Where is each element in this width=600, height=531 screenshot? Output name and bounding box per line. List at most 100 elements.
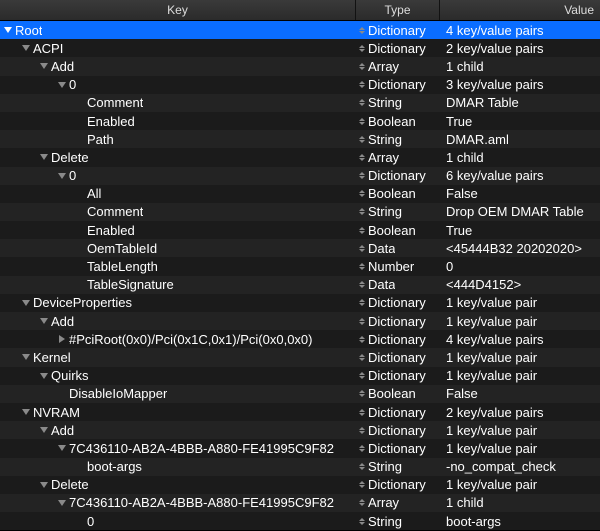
value-cell: 6 key/value pairs	[440, 168, 600, 183]
type-stepper-icon[interactable]	[358, 280, 366, 290]
table-row[interactable]: DisableIoMapperBooleanFalse	[0, 385, 600, 403]
type-stepper-icon[interactable]	[358, 316, 366, 326]
value-cell: 4 key/value pairs	[440, 332, 600, 347]
table-row[interactable]: TableLengthNumber0	[0, 257, 600, 275]
table-row[interactable]: 7C436110-AB2A-4BBB-A880-FE41995C9F82Arra…	[0, 494, 600, 512]
chevron-down-icon[interactable]	[40, 62, 48, 70]
chevron-down-icon[interactable]	[58, 499, 66, 507]
header-value[interactable]: Value	[440, 0, 600, 20]
header-type[interactable]: Type	[356, 0, 440, 20]
key-cell: 7C436110-AB2A-4BBB-A880-FE41995C9F82	[0, 495, 356, 510]
chevron-right-icon[interactable]	[58, 335, 66, 343]
type-stepper-icon[interactable]	[358, 43, 366, 53]
table-row[interactable]: AddDictionary1 key/value pair	[0, 421, 600, 439]
value-label: 1 key/value pair	[446, 441, 537, 456]
chevron-down-icon[interactable]	[58, 172, 66, 180]
chevron-down-icon[interactable]	[40, 481, 48, 489]
chevron-down-icon[interactable]	[22, 408, 30, 416]
table-row[interactable]: boot-argsString-no_compat_check	[0, 458, 600, 476]
chevron-down-icon[interactable]	[22, 299, 30, 307]
type-cell: Dictionary	[356, 41, 440, 56]
table-row[interactable]: ACPIDictionary2 key/value pairs	[0, 39, 600, 57]
disclosure-empty-icon	[76, 190, 84, 198]
chevron-down-icon[interactable]	[22, 353, 30, 361]
table-row[interactable]: DeleteArray1 child	[0, 148, 600, 166]
type-stepper-icon[interactable]	[358, 425, 366, 435]
table-row[interactable]: KernelDictionary1 key/value pair	[0, 348, 600, 366]
chevron-down-icon[interactable]	[40, 153, 48, 161]
value-cell: 1 key/value pair	[440, 441, 600, 456]
type-stepper-icon[interactable]	[358, 98, 366, 108]
key-cell: DisableIoMapper	[0, 386, 356, 401]
value-label: 1 key/value pair	[446, 423, 537, 438]
chevron-down-icon[interactable]	[22, 44, 30, 52]
chevron-down-icon[interactable]	[4, 26, 12, 34]
table-row[interactable]: AllBooleanFalse	[0, 185, 600, 203]
type-stepper-icon[interactable]	[358, 134, 366, 144]
table-row[interactable]: CommentStringDMAR Table	[0, 94, 600, 112]
value-label: 1 key/value pair	[446, 368, 537, 383]
table-row[interactable]: #PciRoot(0x0)/Pci(0x1C,0x1)/Pci(0x0,0x0)…	[0, 330, 600, 348]
table-row[interactable]: DeleteDictionary1 key/value pair	[0, 476, 600, 494]
type-stepper-icon[interactable]	[358, 171, 366, 181]
table-row[interactable]: RootDictionary4 key/value pairs	[0, 21, 600, 39]
table-row[interactable]: 0Dictionary3 key/value pairs	[0, 76, 600, 94]
chevron-down-icon[interactable]	[58, 81, 66, 89]
type-stepper-icon[interactable]	[358, 443, 366, 453]
chevron-down-icon[interactable]	[40, 372, 48, 380]
type-stepper-icon[interactable]	[358, 80, 366, 90]
type-stepper-icon[interactable]	[358, 480, 366, 490]
type-stepper-icon[interactable]	[358, 462, 366, 472]
table-row[interactable]: QuirksDictionary1 key/value pair	[0, 367, 600, 385]
type-label: Data	[368, 277, 395, 292]
value-cell: 1 key/value pair	[440, 295, 600, 310]
type-stepper-icon[interactable]	[358, 207, 366, 217]
table-row[interactable]: EnabledBooleanTrue	[0, 112, 600, 130]
table-row[interactable]: 0Dictionary6 key/value pairs	[0, 167, 600, 185]
type-cell: Dictionary	[356, 405, 440, 420]
header-key[interactable]: Key	[0, 0, 356, 20]
table-row[interactable]: 7C436110-AB2A-4BBB-A880-FE41995C9F82Dict…	[0, 439, 600, 457]
table-row[interactable]: DevicePropertiesDictionary1 key/value pa…	[0, 294, 600, 312]
disclosure-empty-icon	[76, 517, 84, 525]
table-row[interactable]: AddArray1 child	[0, 57, 600, 75]
chevron-down-icon[interactable]	[40, 317, 48, 325]
type-stepper-icon[interactable]	[358, 407, 366, 417]
table-row[interactable]: OemTableIdData<45444B32 20202020>	[0, 239, 600, 257]
table-row[interactable]: NVRAMDictionary2 key/value pairs	[0, 403, 600, 421]
type-label: Dictionary	[368, 77, 426, 92]
type-stepper-icon[interactable]	[358, 298, 366, 308]
table-row[interactable]: 0Stringboot-args	[0, 512, 600, 530]
type-stepper-icon[interactable]	[358, 116, 366, 126]
chevron-down-icon[interactable]	[58, 444, 66, 452]
value-label: 2 key/value pairs	[446, 41, 544, 56]
table-row[interactable]: TableSignatureData<444D4152>	[0, 276, 600, 294]
table-row[interactable]: PathStringDMAR.aml	[0, 130, 600, 148]
key-cell: Comment	[0, 95, 356, 110]
type-stepper-icon[interactable]	[358, 334, 366, 344]
type-label: String	[368, 204, 402, 219]
type-stepper-icon[interactable]	[358, 243, 366, 253]
value-cell: Drop OEM DMAR Table	[440, 204, 600, 219]
type-stepper-icon[interactable]	[358, 189, 366, 199]
type-stepper-icon[interactable]	[358, 152, 366, 162]
chevron-down-icon[interactable]	[40, 426, 48, 434]
table-row[interactable]: AddDictionary1 key/value pair	[0, 312, 600, 330]
type-cell: Number	[356, 259, 440, 274]
type-label: Boolean	[368, 386, 416, 401]
type-stepper-icon[interactable]	[358, 389, 366, 399]
type-stepper-icon[interactable]	[358, 371, 366, 381]
type-cell: Dictionary	[356, 168, 440, 183]
table-row[interactable]: CommentStringDrop OEM DMAR Table	[0, 203, 600, 221]
type-stepper-icon[interactable]	[358, 262, 366, 272]
type-stepper-icon[interactable]	[358, 61, 366, 71]
type-stepper-icon[interactable]	[358, 225, 366, 235]
type-stepper-icon[interactable]	[358, 498, 366, 508]
type-stepper-icon[interactable]	[358, 352, 366, 362]
type-stepper-icon[interactable]	[358, 516, 366, 526]
table-row[interactable]: EnabledBooleanTrue	[0, 221, 600, 239]
type-stepper-icon[interactable]	[358, 25, 366, 35]
disclosure-empty-icon	[76, 226, 84, 234]
type-cell: Data	[356, 241, 440, 256]
value-cell: DMAR.aml	[440, 132, 600, 147]
